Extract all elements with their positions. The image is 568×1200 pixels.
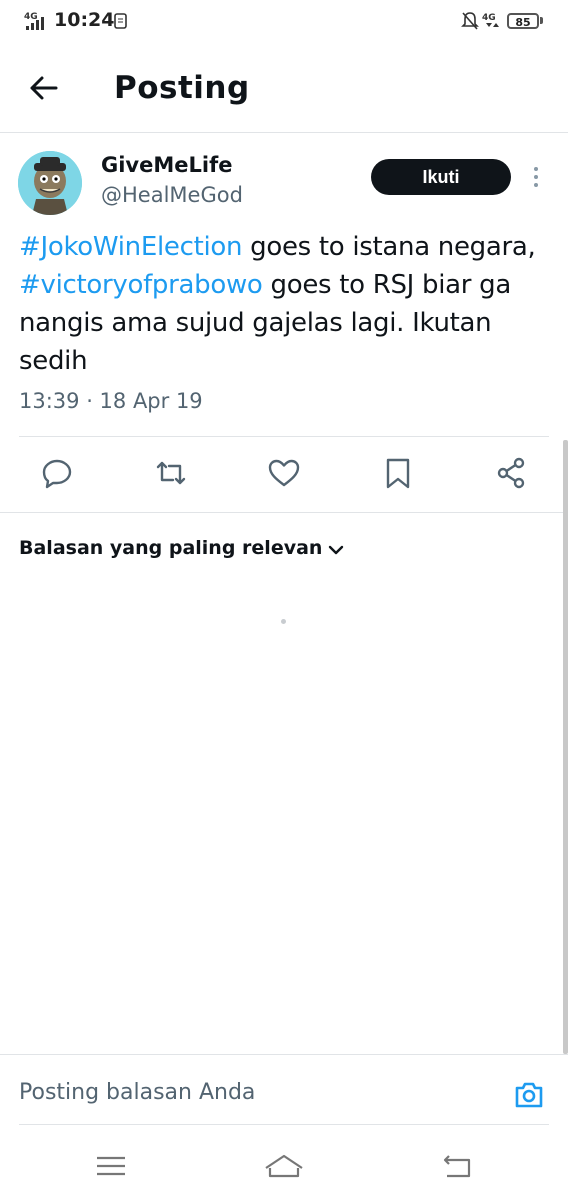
notification-mute-icon — [461, 11, 479, 35]
camera-icon[interactable] — [512, 1078, 546, 1112]
reply-input[interactable]: Posting balasan Anda — [19, 1080, 255, 1105]
follow-button[interactable]: Ikuti — [371, 159, 511, 195]
svg-text:4G: 4G — [24, 12, 38, 22]
share-icon[interactable] — [493, 455, 529, 491]
timestamp-divider — [19, 436, 549, 437]
reply-bottom-divider — [19, 1124, 549, 1125]
battery-indicator: 85 — [507, 13, 539, 29]
replies-sort-label[interactable]: Balasan yang paling relevan — [19, 537, 322, 559]
battery-tip — [540, 17, 543, 24]
home-icon[interactable] — [264, 1148, 304, 1184]
signal-icon: 4G — [24, 10, 52, 36]
actions-divider — [0, 512, 568, 513]
hashtag-link[interactable]: #JokoWinElection — [19, 232, 242, 262]
reply-icon[interactable] — [39, 455, 75, 491]
svg-text:4G: 4G — [482, 13, 496, 23]
status-time: 10:24 — [54, 9, 115, 31]
post-timestamp[interactable]: 13:39 · 18 Apr 19 — [19, 389, 203, 413]
more-options-icon[interactable] — [530, 165, 542, 191]
post-text-segment: goes to istana negara, — [242, 232, 536, 262]
bookmark-icon[interactable] — [380, 455, 416, 491]
loading-indicator — [281, 619, 286, 624]
sim-icon — [114, 12, 128, 34]
page-title: Posting — [114, 70, 250, 106]
post-text: #JokoWinElection goes to istana negara, … — [19, 228, 554, 380]
menu-icon[interactable] — [91, 1148, 131, 1184]
hashtag-link[interactable]: #victoryofprabowo — [19, 270, 263, 300]
back-arrow-icon[interactable] — [26, 70, 62, 106]
back-nav-icon[interactable] — [437, 1148, 477, 1184]
scrollbar[interactable] — [563, 440, 568, 1054]
header-divider — [0, 132, 568, 133]
retweet-icon[interactable] — [153, 455, 189, 491]
author-handle[interactable]: @HealMeGod — [101, 183, 243, 207]
avatar[interactable] — [18, 151, 82, 215]
author-name[interactable]: GiveMeLife — [101, 153, 232, 177]
like-icon[interactable] — [266, 455, 302, 491]
reply-bar-divider — [0, 1054, 568, 1055]
network-type-icon: 4G — [482, 11, 502, 35]
chevron-down-icon[interactable] — [326, 540, 346, 560]
